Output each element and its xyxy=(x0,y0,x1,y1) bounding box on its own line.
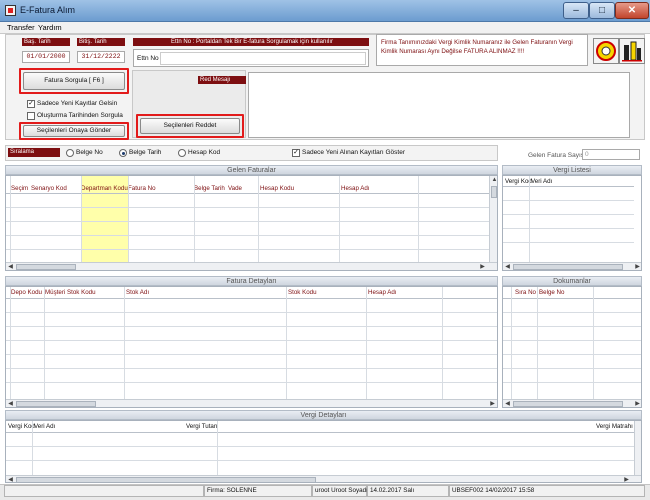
documents-header: Dokumanlar xyxy=(502,276,642,286)
sort-option-account-code: Hesap Kod xyxy=(188,149,221,156)
incoming-count-field: 0 xyxy=(582,149,640,160)
col-stock-name[interactable]: Stok Adı xyxy=(126,289,149,296)
invoice-details-grid: Depo Kodu Müşteri Stok Kodu Stok Adı Sto… xyxy=(5,286,498,408)
col-due[interactable]: Vade xyxy=(228,185,242,192)
tax-details-vscroll[interactable] xyxy=(634,421,641,475)
scroll-arrow-icon[interactable]: ◀ xyxy=(503,263,512,270)
reject-button[interactable]: Seçilenleri Reddet xyxy=(140,118,240,134)
ettn-header: Ettn No : Portaldan Tek Bir E-fatura Sor… xyxy=(133,38,369,46)
status-empty xyxy=(4,485,204,497)
scroll-arrow-icon[interactable]: ◀ xyxy=(6,263,15,270)
incoming-count-label: Gelen Fatura Sayısı : xyxy=(528,152,590,159)
scroll-arrow-icon[interactable]: ▲ xyxy=(490,176,497,184)
incoming-hscroll[interactable]: ◀ ▶ xyxy=(6,262,497,270)
scroll-arrow-icon[interactable]: ◀ xyxy=(6,400,15,407)
tax-details-grid: Vergi Kod Veri Adı Vergi Tutarı Vergi Ma… xyxy=(5,420,642,483)
by-creation-checkbox[interactable] xyxy=(27,112,35,120)
tax-detail-col-amount[interactable]: Vergi Tutarı xyxy=(186,423,218,430)
status-user: uroot Uroot Soyadı xyxy=(312,485,368,497)
tax-details-hscroll[interactable]: ◀ ▶ xyxy=(6,475,641,482)
col-invoice-no[interactable]: Fatura No xyxy=(128,185,156,192)
window-app-icon xyxy=(5,5,16,16)
checkmark-icon: ✓ xyxy=(293,149,299,156)
documents-hscroll[interactable]: ◀ ▶ xyxy=(503,399,641,407)
approve-button[interactable]: Seçilenleri Onaya Gönder xyxy=(23,125,125,137)
col-department-code[interactable]: Departman Kodu xyxy=(81,185,128,192)
checkmark-icon: ✓ xyxy=(28,100,34,107)
col-account-name[interactable]: Hesap Adı xyxy=(341,185,370,192)
reject-message-input[interactable] xyxy=(248,72,630,138)
sort-option-doc-date: Belge Tarih xyxy=(129,149,162,156)
invoice-details-header: Fatura Detayları xyxy=(5,276,498,286)
incoming-invoices-grid: Seçim Senaryo Kod Departman Kodu Fatura … xyxy=(5,175,498,271)
documents-grid: Sıra No Belge No ◀ ▶ xyxy=(502,286,642,408)
doc-col-seq-no[interactable]: Sıra No xyxy=(515,289,536,296)
only-new-label: Sadece Yeni Kayıtlar Gelsin xyxy=(37,100,118,107)
reject-button-highlight: Seçilenleri Reddet xyxy=(136,114,244,138)
scroll-arrow-icon[interactable]: ▶ xyxy=(633,400,641,407)
status-date: 14.02.2017 Salı xyxy=(367,485,449,497)
only-new-show-checkbox[interactable]: ✓ xyxy=(292,149,300,157)
scroll-arrow-icon[interactable]: ▶ xyxy=(488,400,497,407)
document-logo-icon xyxy=(593,38,619,64)
col-account-code[interactable]: Hesap Kodu xyxy=(260,185,294,192)
menu-transfer[interactable]: Transfer xyxy=(7,23,35,32)
tax-list-header: Vergi Listesi xyxy=(502,165,642,175)
end-date-field[interactable]: 31/12/2222 xyxy=(77,51,125,63)
ettn-label: Ettn No : xyxy=(137,55,163,62)
col-detail-account-name[interactable]: Hesap Adı xyxy=(368,289,397,296)
sort-label: Sıralama xyxy=(8,148,60,157)
sort-radio-account-code[interactable] xyxy=(178,149,186,157)
sort-radio-doc-no[interactable] xyxy=(66,149,74,157)
query-button[interactable]: Fatura Sorgula [ F6 ] xyxy=(23,72,125,90)
status-firm: Firma: SOLENNE xyxy=(204,485,312,497)
start-date-field[interactable]: 01/01/2000 xyxy=(22,51,70,63)
ettn-input[interactable] xyxy=(160,52,366,65)
tax-list-hscroll[interactable]: ◀ ▶ xyxy=(503,262,641,270)
start-date-label: Baş. Tarih xyxy=(22,38,70,46)
scroll-arrow-icon[interactable]: ◀ xyxy=(6,476,15,482)
status-code: UBSEF002 14/02/2017 15:58 xyxy=(449,485,645,497)
tax-list-col-code[interactable]: Vergi Kod xyxy=(505,178,532,185)
minimize-button[interactable]: – xyxy=(563,2,589,19)
reject-message-label: Red Mesajı xyxy=(198,76,246,84)
col-scenario-code[interactable]: Senaryo Kod xyxy=(31,185,67,192)
details-hscroll[interactable]: ◀ ▶ xyxy=(6,399,497,407)
tax-list-grid: Vergi Kod Veri Adı ◀ ▶ xyxy=(502,175,642,271)
menu-bar: Transfer Yardım xyxy=(0,22,650,34)
maximize-button[interactable]: □ xyxy=(589,2,615,19)
col-stock-code[interactable]: Stok Kodu xyxy=(288,289,317,296)
window-title: E-Fatura Alım xyxy=(20,5,76,15)
col-customer-stock-code[interactable]: Müşteri Stok Kodu xyxy=(45,289,96,296)
sort-option-doc-no: Belge No xyxy=(76,149,103,156)
incoming-invoices-header: Gelen Faturalar xyxy=(5,165,498,175)
ettn-box: Ettn No : xyxy=(133,49,369,67)
approve-button-highlight: Seçilenleri Onaya Gönder xyxy=(19,122,129,140)
scroll-arrow-icon[interactable]: ▶ xyxy=(622,476,631,482)
incoming-vscroll[interactable]: ▲ xyxy=(489,176,497,262)
doc-col-doc-no[interactable]: Belge No xyxy=(539,289,564,296)
query-button-highlight: Fatura Sorgula [ F6 ] xyxy=(19,68,129,94)
menu-help[interactable]: Yardım xyxy=(38,23,62,32)
tax-detail-col-name[interactable]: Veri Adı xyxy=(34,423,55,430)
tax-list-col-name[interactable]: Veri Adı xyxy=(531,178,552,185)
title-bar[interactable]: E-Fatura Alım – □ ✕ xyxy=(0,0,650,22)
sort-radio-doc-date[interactable] xyxy=(119,149,127,157)
scroll-arrow-icon[interactable]: ▶ xyxy=(478,263,487,270)
col-depot-code[interactable]: Depo Kodu xyxy=(11,289,42,296)
scroll-arrow-icon[interactable]: ◀ xyxy=(503,400,512,407)
scroll-arrow-icon[interactable]: ▶ xyxy=(633,263,641,270)
tax-details-header: Vergi Detayları xyxy=(5,410,642,420)
only-new-show-label: Sadece Yeni Alınan Kayıtları Göster xyxy=(302,149,405,156)
end-date-label: Bitiş. Tarih xyxy=(77,38,125,46)
col-doc-date[interactable]: Belge Tarih xyxy=(194,185,225,192)
vkn-warning-text: Firma Tanımınızdaki Vergi Kimlik Numaran… xyxy=(376,34,588,66)
tax-detail-col-base[interactable]: Vergi Matrahı xyxy=(596,423,633,430)
close-button[interactable]: ✕ xyxy=(615,2,649,19)
by-creation-label: Oluşturma Tarihinden Sorgula xyxy=(37,112,123,119)
col-selection[interactable]: Seçim xyxy=(11,185,28,192)
building-logo-icon xyxy=(619,38,645,64)
tax-detail-col-code[interactable]: Vergi Kod xyxy=(8,423,35,430)
only-new-checkbox[interactable]: ✓ xyxy=(27,100,35,108)
